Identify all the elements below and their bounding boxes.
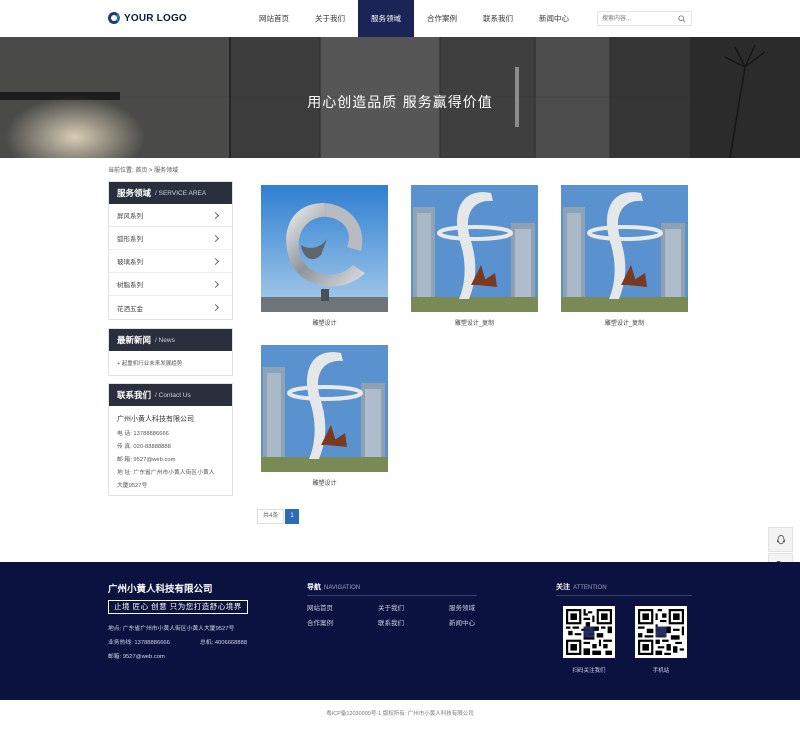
product-card[interactable]: 雕塑设计 bbox=[261, 345, 388, 487]
product-image[interactable] bbox=[261, 345, 388, 472]
product-card[interactable]: 雕塑设计_复制 bbox=[411, 185, 538, 327]
breadcrumb: 当前位置: 首页 > 服务领域 bbox=[108, 168, 179, 174]
product-card[interactable]: 雕塑设计_复制 bbox=[561, 185, 688, 327]
footer-divider bbox=[556, 595, 692, 596]
footer-address: 地点: 广东省广州市小黄人街区小黄人大厦9527号 bbox=[108, 626, 235, 632]
product-image[interactable] bbox=[561, 185, 688, 312]
nav-item-news[interactable]: 新闻中心 bbox=[526, 0, 582, 37]
footer-link-cases[interactable]: 合作案例 bbox=[307, 617, 333, 627]
hero-banner: 用心创造品质 服务赢得价值 bbox=[0, 37, 800, 158]
sidebar-item-label: 屏风系列 bbox=[117, 213, 143, 220]
product-caption[interactable]: 雕塑设计 bbox=[261, 478, 388, 487]
sidebar-contact-header: 联系我们 / Contact Us bbox=[109, 384, 232, 406]
logo-mark-icon bbox=[108, 12, 120, 24]
logo-text: YOUR LOGO bbox=[124, 12, 187, 24]
footer-switchboard: 总机: 4006668888 bbox=[200, 640, 248, 646]
search-box bbox=[597, 11, 692, 26]
chevron-right-icon bbox=[211, 257, 220, 265]
sidebar-item-label: 花洒五金 bbox=[117, 305, 143, 313]
sidebar-service-box: 服务领域 / SERVICE AREA 屏风系列 弧形系列 玻璃系列 树脂系列 … bbox=[108, 181, 233, 320]
footer-nav-title: 导航 NAVIGATION bbox=[307, 582, 360, 592]
chevron-right-icon bbox=[211, 234, 220, 242]
contact-email: 邮 箱: 9527@web.com bbox=[117, 457, 176, 463]
contact-address: 地 址: 广东省广州市小黄人街区小黄人 bbox=[117, 470, 215, 476]
sidebar-news-header: 最新新闻 / News bbox=[109, 329, 232, 351]
sidebar-item-label: 弧形系列 bbox=[117, 236, 143, 243]
chevron-right-icon bbox=[211, 211, 220, 219]
pagination-total: 共4条 bbox=[257, 509, 285, 524]
nav-item-services[interactable]: 服务领域 bbox=[358, 0, 414, 37]
footer-email: 邮箱: 9527@web.com bbox=[108, 654, 165, 660]
pagination-page-current[interactable]: 1 bbox=[285, 509, 299, 524]
product-card[interactable]: 雕塑设计 bbox=[261, 185, 388, 327]
search-input[interactable] bbox=[598, 12, 676, 25]
chevron-right-icon bbox=[211, 280, 220, 288]
site-header: YOUR LOGO 网站首页 关于我们 服务领域 合作案例 联系我们 新闻中心 bbox=[0, 0, 800, 37]
chevron-right-icon bbox=[211, 303, 220, 312]
footer-nav-title-en: NAVIGATION bbox=[324, 585, 361, 591]
sidebar-news-title: 最新新闻 bbox=[117, 335, 152, 345]
wechat-qr-code bbox=[563, 606, 615, 658]
banner-title: 用心创造品质 服务赢得价值 bbox=[307, 95, 493, 111]
footer-divider bbox=[307, 595, 477, 596]
sidebar-service-subtitle: / SERVICE AREA bbox=[155, 189, 207, 197]
footer-company: 广州小黄人科技有限公司 bbox=[108, 584, 213, 595]
footer-attention-title-en: ATTENTION bbox=[573, 585, 607, 591]
sidebar-news-subtitle: / News bbox=[155, 336, 175, 344]
footer-link-about[interactable]: 关于我们 bbox=[378, 602, 404, 612]
contact-company: 广州小黄人科技有限公司 bbox=[117, 416, 194, 423]
sidebar-contact-subtitle: / Contact Us bbox=[155, 391, 191, 399]
sidebar-news-box: 最新新闻 / News + 起重机行业未来发展趋势 bbox=[108, 328, 233, 376]
nav-item-contact[interactable]: 联系我们 bbox=[470, 0, 526, 37]
sidebar-item-label: 树脂系列 bbox=[117, 282, 143, 289]
qr-code-icon bbox=[638, 609, 684, 655]
footer-link-services[interactable]: 服务领域 bbox=[449, 602, 475, 612]
contact-phone: 电 话: 13788886666 bbox=[117, 431, 169, 437]
sidebar-contact-box: 联系我们 / Contact Us 广州小黄人科技有限公司 电 话: 13788… bbox=[108, 383, 233, 496]
contact-address-cont: 大厦9527号 bbox=[117, 483, 148, 489]
sidebar-item-hardware[interactable]: 花洒五金 bbox=[109, 296, 232, 319]
qr-caption-wechat: 扫码关注我们 bbox=[572, 668, 606, 674]
qq-icon bbox=[776, 534, 785, 544]
footer-attention-title: 关注 ATTENTION bbox=[556, 582, 607, 592]
main-nav: 网站首页 关于我们 服务领域 合作案例 联系我们 新闻中心 bbox=[246, 0, 582, 37]
news-item-title: 起重机行业未来发展趋势 bbox=[121, 361, 183, 367]
nav-item-home[interactable]: 网站首页 bbox=[246, 0, 302, 37]
product-image[interactable] bbox=[411, 185, 538, 312]
contact-fax: 传 真: 020-88888888 bbox=[117, 444, 171, 450]
product-caption[interactable]: 雕塑设计_复制 bbox=[561, 318, 688, 327]
copyright-text: 粤ICP备12030009号-1 版权所有: 广州市小黄人科技有限公司 bbox=[326, 711, 474, 717]
qr-code-icon bbox=[566, 609, 612, 655]
footer-link-contact[interactable]: 联系我们 bbox=[378, 617, 404, 627]
product-caption[interactable]: 雕塑设计_复制 bbox=[411, 318, 538, 327]
search-icon[interactable] bbox=[676, 12, 688, 25]
footer-hotline: 业务热线: 13788886666 bbox=[108, 640, 170, 646]
qr-caption-mobile: 手机站 bbox=[652, 668, 670, 674]
footer-attention-title-cn: 关注 bbox=[556, 584, 570, 591]
footer-nav-title-cn: 导航 bbox=[307, 584, 321, 591]
qq-button[interactable] bbox=[768, 527, 793, 552]
sidebar-item-resin[interactable]: 树脂系列 bbox=[109, 273, 232, 296]
product-caption[interactable]: 雕塑设计 bbox=[261, 318, 388, 327]
site-logo[interactable]: YOUR LOGO bbox=[108, 11, 187, 25]
sidebar-contact-title: 联系我们 bbox=[117, 390, 152, 400]
sidebar-item-screen[interactable]: 屏风系列 bbox=[109, 204, 232, 227]
sidebar-item-label: 玻璃系列 bbox=[117, 259, 143, 266]
sidebar-service-header: 服务领域 / SERVICE AREA bbox=[109, 182, 232, 204]
sidebar-item-arc[interactable]: 弧形系列 bbox=[109, 227, 232, 250]
footer-slogan: 止境 匠心 创意 只为您打造舒心境界 bbox=[108, 600, 248, 614]
mobile-qr-code bbox=[635, 606, 687, 658]
footer-link-news[interactable]: 新闻中心 bbox=[449, 617, 475, 627]
nav-item-about[interactable]: 关于我们 bbox=[302, 0, 358, 37]
sidebar-service-title: 服务领域 bbox=[117, 188, 152, 198]
news-item[interactable]: + 起重机行业未来发展趋势 bbox=[109, 351, 232, 375]
nav-item-cases[interactable]: 合作案例 bbox=[414, 0, 470, 37]
product-image[interactable] bbox=[261, 185, 388, 312]
footer-link-home[interactable]: 网站首页 bbox=[307, 602, 333, 612]
sidebar-item-glass[interactable]: 玻璃系列 bbox=[109, 250, 232, 273]
site-footer: 广州小黄人科技有限公司 止境 匠心 创意 只为您打造舒心境界 地点: 广东省广州… bbox=[0, 562, 800, 700]
